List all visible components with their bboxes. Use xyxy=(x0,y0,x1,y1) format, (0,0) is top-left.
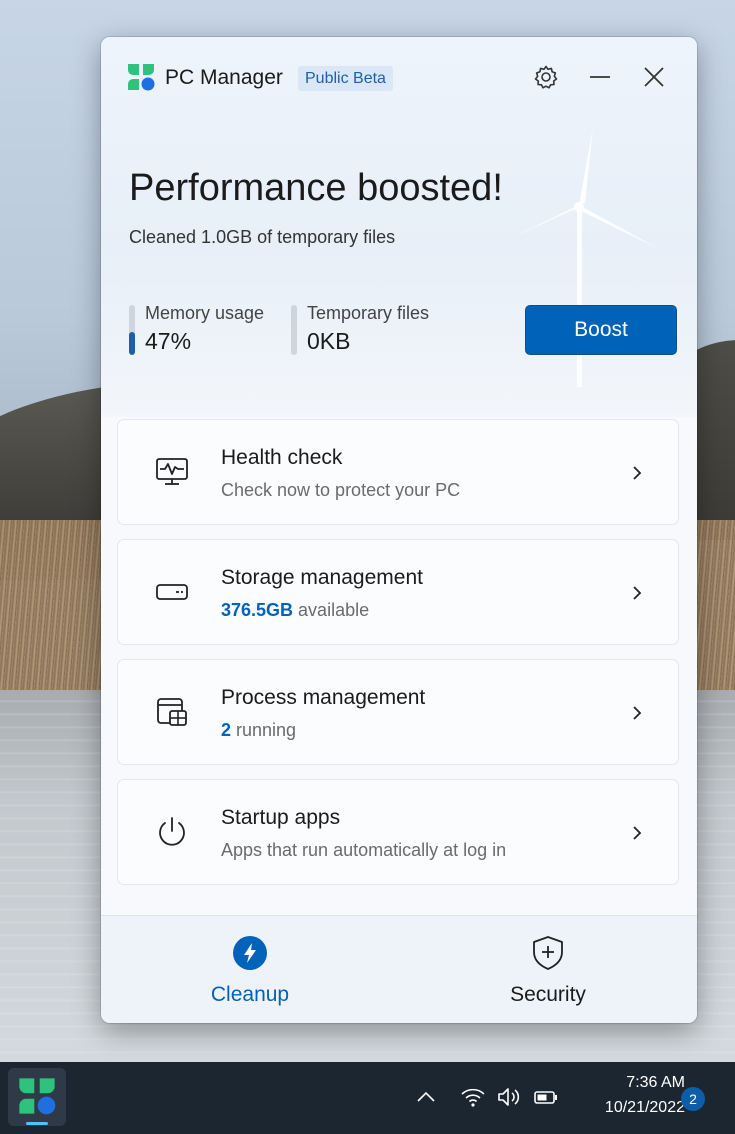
storage-management-title: Storage management xyxy=(221,566,423,589)
shield-plus-icon xyxy=(533,936,563,970)
settings-button[interactable] xyxy=(526,59,566,95)
pc-manager-window: PC Manager Public Beta Performance boost… xyxy=(101,37,697,1023)
taskbar: 7:36 AM 10/21/2022 xyxy=(0,1062,735,1134)
pc-manager-logo-icon xyxy=(128,64,155,91)
app-title: PC Manager xyxy=(165,66,283,89)
boost-button[interactable]: Boost xyxy=(525,305,677,355)
power-icon xyxy=(159,817,185,846)
clock-date[interactable]: 10/21/2022 xyxy=(575,1099,685,1117)
chevron-up-icon[interactable] xyxy=(413,1084,439,1110)
volume-icon[interactable] xyxy=(496,1084,522,1110)
storage-management-subtitle: 376.5GB available xyxy=(221,600,369,621)
taskbar-active-indicator xyxy=(26,1122,48,1125)
temporary-files-meter xyxy=(291,305,297,355)
memory-usage-meter xyxy=(129,305,135,355)
storage-available-value: 376.5GB xyxy=(221,600,294,620)
title-bar[interactable]: PC Manager Public Beta xyxy=(101,37,697,115)
storage-available-label: available xyxy=(293,600,370,620)
bottom-navigation: Cleanup Security xyxy=(101,915,697,1023)
storage-management-card[interactable]: Storage management 376.5GB available xyxy=(117,539,679,645)
pc-manager-taskbar-icon xyxy=(19,1078,56,1115)
tab-cleanup[interactable]: Cleanup xyxy=(101,916,399,1023)
taskbar-pc-manager-button[interactable] xyxy=(8,1068,66,1126)
hero-title: Performance boosted! xyxy=(129,167,503,209)
tab-security[interactable]: Security xyxy=(399,916,697,1023)
chevron-right-icon xyxy=(633,586,642,600)
process-management-subtitle: 2 running xyxy=(221,720,296,741)
temporary-files-label: Temporary files xyxy=(307,303,430,323)
process-running-label: running xyxy=(231,720,297,740)
storage-drive-icon xyxy=(156,584,188,600)
minimize-button[interactable] xyxy=(580,59,620,95)
memory-usage-value: 47% xyxy=(145,328,192,354)
process-management-card[interactable]: Process management 2 running xyxy=(117,659,679,765)
public-beta-badge: Public Beta xyxy=(298,66,393,91)
clock-time[interactable]: 7:36 AM xyxy=(585,1074,685,1092)
gear-icon xyxy=(534,65,558,89)
close-icon xyxy=(644,67,664,87)
memory-usage-label: Memory usage xyxy=(145,303,265,323)
battery-icon[interactable] xyxy=(533,1084,559,1110)
health-check-title: Health check xyxy=(221,446,343,469)
lightning-icon xyxy=(233,936,267,970)
tab-cleanup-label: Cleanup xyxy=(210,983,290,1006)
health-check-card[interactable]: Health check Check now to protect your P… xyxy=(117,419,679,525)
close-button[interactable] xyxy=(634,59,674,95)
temporary-files-value: 0KB xyxy=(307,328,351,354)
startup-apps-card[interactable]: Startup apps Apps that run automatically… xyxy=(117,779,679,885)
memory-usage-meter-fill xyxy=(129,331,135,355)
process-running-count: 2 xyxy=(221,720,232,740)
tab-security-label: Security xyxy=(510,983,586,1006)
hero-subtitle: Cleaned 1.0GB of temporary files xyxy=(129,227,396,247)
chevron-right-icon xyxy=(633,466,642,480)
wifi-icon[interactable] xyxy=(460,1084,486,1110)
process-windows-icon xyxy=(157,698,187,726)
health-check-subtitle: Check now to protect your PC xyxy=(221,480,461,500)
process-management-title: Process management xyxy=(221,686,426,709)
startup-apps-title: Startup apps xyxy=(221,806,341,829)
notification-badge[interactable]: 2 xyxy=(681,1087,705,1111)
minimize-icon xyxy=(590,76,610,78)
chevron-right-icon xyxy=(633,826,642,840)
health-monitor-icon xyxy=(156,458,188,485)
chevron-right-icon xyxy=(633,706,642,720)
startup-apps-subtitle: Apps that run automatically at log in xyxy=(221,840,507,860)
